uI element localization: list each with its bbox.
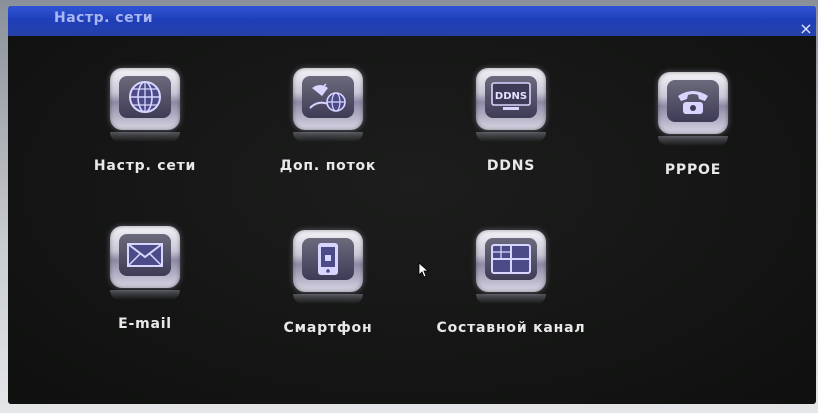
window-title: Настр. сети [54,10,154,26]
tile-smartphone[interactable]: Смартфон [253,230,403,336]
mouse-cursor-icon [418,262,430,282]
icon-reflection [293,294,363,304]
smartphone-icon [293,230,363,292]
tile-label: Настр. сети [93,158,197,174]
close-icon[interactable]: × [798,21,814,37]
satellite-globe-icon [293,68,363,130]
icon-reflection [476,294,546,304]
telephone-icon [658,72,728,134]
ddns-monitor-icon: DDNS [476,68,546,130]
icon-reflection [110,132,180,142]
tile-extra-stream[interactable]: Доп. поток [253,68,403,174]
icon-reflection [476,132,546,142]
globe-icon [110,68,180,130]
tile-label: E-mail [118,316,172,332]
tile-label: PPPOE [664,162,722,178]
tile-pppoe[interactable]: PPPOE [618,72,768,178]
tile-ddns[interactable]: DDNS DDNS [436,68,586,174]
tile-network-settings[interactable]: Настр. сети [70,68,220,174]
envelope-icon [110,226,180,288]
multi-channel-grid-icon [476,230,546,292]
tile-label: Смартфон [283,320,373,336]
tile-email[interactable]: E-mail [70,226,220,332]
ddns-icon-text: DDNS [495,91,527,102]
tile-label: DDNS [486,158,536,174]
tile-label: Доп. поток [279,158,377,174]
icon-reflection [293,132,363,142]
tile-label: Составной канал [436,320,586,336]
network-settings-window: Настр. сети × Настр. сети Доп. поток DDN… [8,6,816,404]
icon-reflection [110,290,180,300]
title-bar: Настр. сети × [8,6,816,37]
tile-composite-channel[interactable]: Составной канал [436,230,586,336]
icon-reflection [658,136,728,146]
